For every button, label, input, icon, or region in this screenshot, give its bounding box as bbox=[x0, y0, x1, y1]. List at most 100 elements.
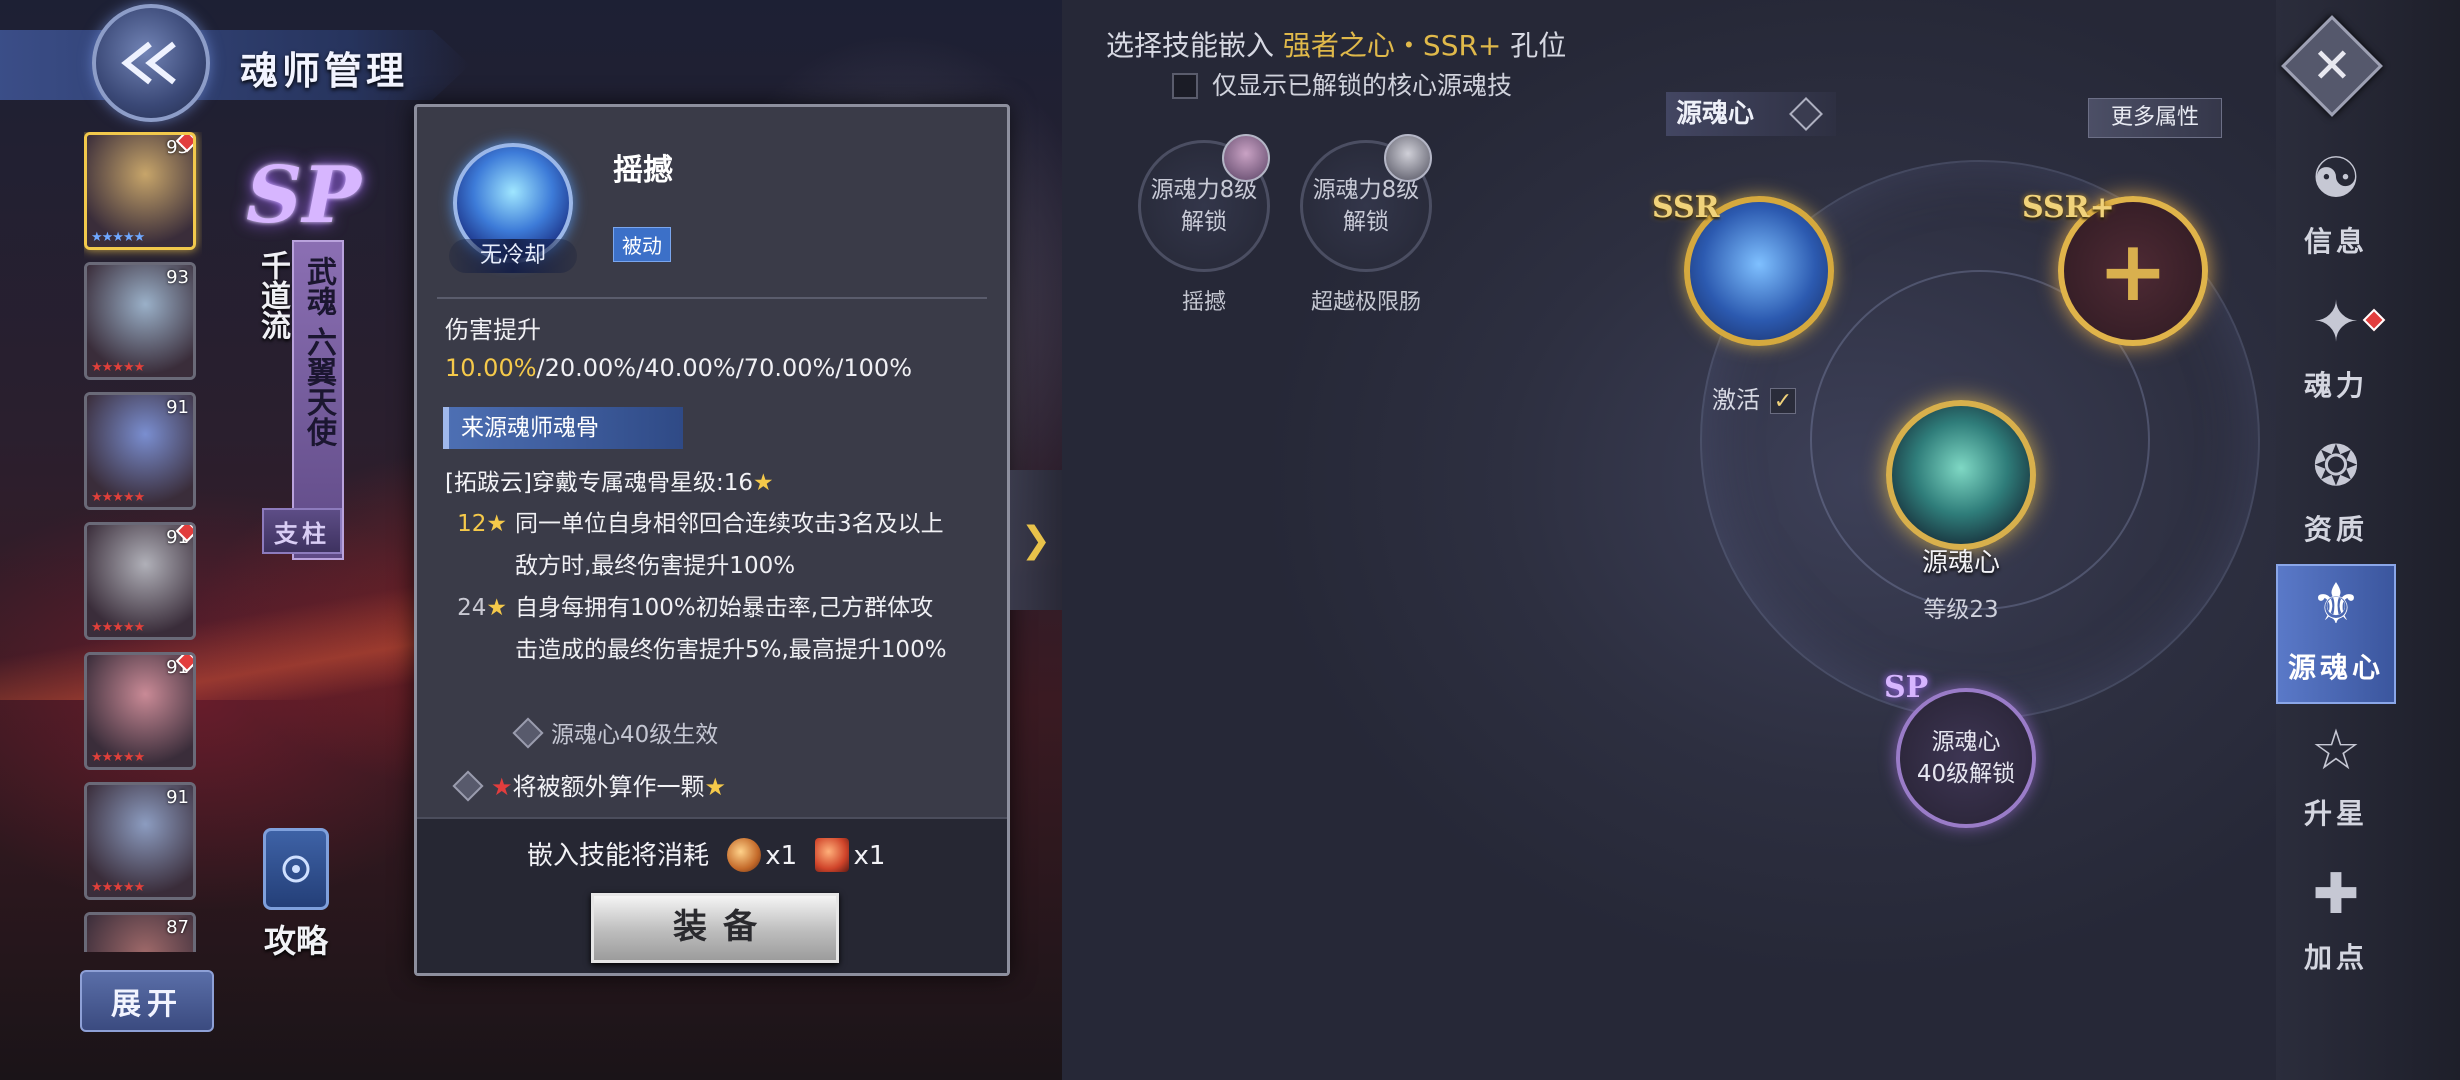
star-icon: ★ bbox=[486, 511, 507, 537]
hero-level: 93 bbox=[166, 267, 189, 288]
hero-stars: ★★★★★ bbox=[91, 490, 145, 505]
back-button[interactable] bbox=[92, 4, 210, 122]
nav-icon: ⚜ bbox=[2310, 572, 2362, 637]
filter-label: 仅显示已解锁的核心源魂技 bbox=[1212, 71, 1513, 100]
plus-icon: + bbox=[2097, 222, 2169, 320]
nav-label: 源魂心 bbox=[2287, 651, 2384, 684]
skill-slot-name: 超越极限肠 bbox=[1310, 290, 1421, 315]
expand-button[interactable]: 展开 bbox=[80, 970, 214, 1032]
hero-card[interactable]: 91 ★★★★★ bbox=[84, 392, 196, 510]
page-title: 魂师管理 bbox=[240, 49, 409, 93]
tooltip-footer: 嵌入技能将消耗 x1 x1 装备 bbox=[417, 817, 1007, 973]
skill-name: 摇撼 bbox=[613, 153, 673, 188]
source-label: 来源魂师魂骨 bbox=[443, 407, 683, 449]
sp-socket[interactable]: 源魂心 40级解锁 bbox=[1896, 688, 2036, 828]
tier-text: 自身每拥有100%初始暴击率,己方群体攻击造成的最终伤害提升5%,最高提升100… bbox=[515, 595, 947, 663]
hero-card[interactable]: 91 ★★★★★ bbox=[84, 522, 196, 640]
tier-text: 同一单位自身相邻回合连续攻击3名及以上敌方时,最终伤害提升100% bbox=[515, 511, 944, 579]
collapse-arrow-button[interactable]: ❯ bbox=[1010, 470, 1062, 610]
skill-slot-name: 摇撼 bbox=[1181, 290, 1226, 315]
hero-list[interactable]: 93 ★★★★★ 93 ★★★★★ 91 ★★★★★ 91 ★★★★★ 91 ★★★★★ 91 ★★★… bbox=[84, 132, 202, 952]
tier-req-value: 12 bbox=[457, 511, 487, 537]
info-icon bbox=[512, 717, 544, 749]
bone-info: [拓跋云]穿戴专属魂骨星级:16★ bbox=[445, 463, 774, 497]
tier-requirement: 24★ bbox=[445, 587, 515, 629]
star-icon: ★ bbox=[704, 773, 727, 801]
heading-prefix: 选择技能嵌入 bbox=[1106, 29, 1275, 62]
nav-item[interactable]: ✦ 魂力 bbox=[2276, 284, 2396, 424]
hero-card[interactable]: 93 ★★★★★ bbox=[84, 262, 196, 380]
hero-avatar bbox=[1384, 134, 1432, 182]
nav-item[interactable]: ✚ 加点 bbox=[2276, 856, 2396, 996]
bone-info-text: [拓跋云]穿戴专属魂骨星级:16 bbox=[445, 470, 753, 496]
core-level: 等级23 bbox=[1923, 597, 1999, 623]
unlocked-filter[interactable]: 仅显示已解锁的核心源魂技 bbox=[1172, 66, 1512, 102]
crystal-item-icon bbox=[815, 838, 850, 872]
activate-label: 激活 bbox=[1712, 386, 1760, 414]
nav-label: 升星 bbox=[2303, 797, 2368, 830]
unlock-condition: 源魂心40级生效 bbox=[512, 715, 718, 749]
activate-toggle[interactable]: 激活 ✓ bbox=[1712, 380, 1796, 415]
nav-label: 魂力 bbox=[2303, 369, 2368, 402]
equip-button[interactable]: 装备 bbox=[591, 893, 839, 963]
skill-tooltip: 无冷却 摇撼 被动 伤害提升 10.00%/20.00%/40.00%/70.00… bbox=[414, 104, 1010, 976]
soul-core-label: 源魂心 bbox=[1666, 92, 1836, 136]
slot-unlock-text: 解锁 bbox=[1343, 209, 1389, 235]
hero-level: 91 bbox=[166, 787, 189, 808]
nav-item[interactable]: ☆ 升星 bbox=[2276, 712, 2396, 852]
hero-stars: ★★★★★ bbox=[91, 880, 145, 895]
cost-qty: x1 bbox=[853, 841, 886, 871]
sp-slot-text: 40级解锁 bbox=[1916, 761, 2016, 787]
role-tag: 支柱 bbox=[262, 508, 342, 554]
cost-qty: x1 bbox=[765, 841, 798, 871]
skill-slot[interactable]: 源魂力8级 解锁 摇撼 bbox=[1138, 134, 1270, 316]
nav-label: 资质 bbox=[2303, 513, 2368, 546]
nav-icon: ❂ bbox=[2312, 434, 2360, 499]
nav-label: 信息 bbox=[2303, 225, 2368, 258]
hero-card[interactable]: 93 ★★★★★ bbox=[84, 132, 196, 250]
hero-level: 87 bbox=[166, 917, 189, 938]
hero-stars: ★★★★★ bbox=[91, 360, 145, 375]
checkmark-icon[interactable]: ✓ bbox=[1770, 388, 1796, 414]
ssrplus-tag: SSR+ bbox=[2022, 190, 2115, 225]
soul-core-panel: 选择技能嵌入 强者之心・SSR+ 孔位 仅显示已解锁的核心源魂技 源魂力8级 解… bbox=[1062, 0, 2276, 1080]
double-chevron-left-icon bbox=[121, 41, 176, 85]
nav-icon: ☯ bbox=[2310, 146, 2362, 211]
effect-prefix: 伤害提升 bbox=[445, 316, 541, 344]
effect-highlight: 10.00% bbox=[445, 354, 537, 382]
heading-target: 强者之心・SSR+ bbox=[1282, 29, 1502, 62]
nav-item[interactable]: ⚜ 源魂心 bbox=[2276, 564, 2396, 704]
cooldown-label: 无冷却 bbox=[449, 239, 577, 273]
strategy-label: 攻略 bbox=[263, 922, 328, 960]
core-label-text: 源魂心 bbox=[1676, 99, 1755, 129]
close-icon: ✕ bbox=[2311, 38, 2353, 94]
hero-stars: ★★★★★ bbox=[91, 230, 145, 245]
nav-item[interactable]: ❂ 资质 bbox=[2276, 428, 2396, 568]
info-icon[interactable] bbox=[1789, 97, 1823, 131]
sp-tag: SP bbox=[1884, 670, 1929, 705]
hero-card[interactable]: 91 ★★★★★ bbox=[84, 652, 196, 770]
tier-req-value: 24 bbox=[457, 595, 487, 621]
filter-checkbox[interactable] bbox=[1172, 73, 1198, 99]
skill-type-tag: 被动 bbox=[613, 227, 671, 262]
soul-core-emblem[interactable] bbox=[1886, 400, 2036, 550]
info-icon bbox=[452, 770, 484, 802]
nav-icon: ✚ bbox=[2312, 862, 2360, 927]
core-name: 源魂心 bbox=[1921, 548, 2000, 578]
hero-stars: ★★★★★ bbox=[91, 620, 145, 635]
nav-icon: ☆ bbox=[2310, 718, 2362, 783]
star-icon: ★ bbox=[752, 470, 774, 496]
skill-effect: 伤害提升 10.00%/20.00%/40.00%/70.00%/100% bbox=[445, 311, 985, 387]
hero-card[interactable]: 91 ★★★★★ bbox=[84, 782, 196, 900]
hero-card[interactable]: 87★★★★★ bbox=[84, 912, 196, 952]
red-star-icon: ★ bbox=[491, 773, 513, 801]
tier-row: 12★ 同一单位自身相邻回合连续攻击3名及以上敌方时,最终伤害提升100% bbox=[445, 503, 955, 587]
strategy-button[interactable]: 攻略 bbox=[258, 828, 334, 962]
skill-slot[interactable]: 源魂力8级 解锁 超越极限肠 bbox=[1300, 134, 1432, 316]
embed-cost: 嵌入技能将消耗 x1 x1 bbox=[527, 835, 885, 872]
nav-item[interactable]: ☯ 信息 bbox=[2276, 140, 2396, 280]
more-attributes-button[interactable]: 更多属性 bbox=[2088, 98, 2222, 138]
hero-stars: ★★★★★ bbox=[91, 750, 145, 765]
tier-row: 24★ 自身每拥有100%初始暴击率,己方群体攻击造成的最终伤害提升5%,最高提升… bbox=[445, 587, 955, 671]
sp-rarity-badge: SP bbox=[246, 150, 361, 241]
